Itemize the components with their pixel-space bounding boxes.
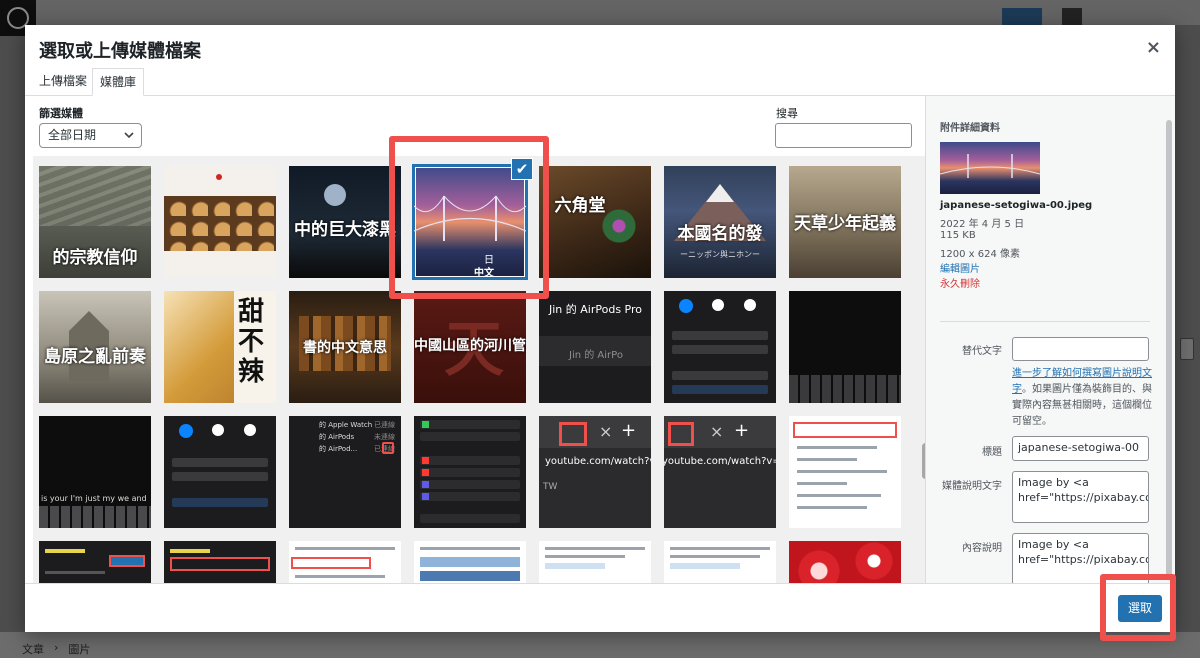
publish-button-bg — [1002, 8, 1042, 25]
modal-title: 選取或上傳媒體檔案 — [39, 41, 201, 62]
highlight-select-button — [1100, 574, 1176, 641]
thumb-11-title: 中國山區的河川管理 — [414, 338, 526, 354]
edit-image-link[interactable]: 編輯圖片 — [940, 260, 980, 275]
media-thumb-28[interactable] — [789, 541, 901, 583]
media-thumb-13[interactable] — [664, 291, 776, 403]
date-filter-value: 全部日期 — [48, 128, 97, 142]
thumb-10-title: 書的中文意思 — [303, 340, 387, 356]
media-thumb-12[interactable]: Jin 的 AirPods Pro Jin 的 AirPo — [539, 291, 651, 403]
chevron-down-icon — [124, 124, 134, 156]
media-thumb-10[interactable]: 書的中文意思 — [289, 291, 401, 403]
tab-media-library[interactable]: 媒體庫 — [92, 68, 145, 96]
modal-tabs: 上傳檔案 媒體庫 — [25, 68, 1175, 96]
details-scrollbar[interactable] — [1166, 120, 1172, 580]
thumb-3-title: 中的巨大漆黑 — [294, 220, 396, 240]
media-thumb-20[interactable]: × + youtube.com/watch?v= — [664, 416, 776, 528]
details-dimensions: 1200 x 624 像素 — [940, 249, 1020, 260]
thumb-6-title: 本國名的發 — [677, 224, 763, 244]
media-thumb-11[interactable]: 天 中國山區的河川管理 — [414, 291, 526, 403]
media-thumb-5[interactable]: 六角堂 — [539, 166, 651, 278]
thumb-1-title: 的宗教信仰 — [52, 248, 138, 268]
date-filter-select[interactable]: 全部日期 — [39, 123, 142, 148]
details-filesize: 115 KB — [940, 230, 976, 241]
attachment-details: 附件詳細資料 japanese-setogiwa-00.jpeg 2022 年 … — [925, 96, 1175, 583]
settings-button-bg — [1062, 8, 1082, 25]
media-thumb-6[interactable]: 本國名的發 ーニッポン與ニホンー — [664, 166, 776, 278]
details-heading: 附件詳細資料 — [940, 123, 1000, 134]
media-thumb-2[interactable] — [164, 166, 276, 278]
title-input[interactable]: japanese-setogiwa-00 — [1012, 436, 1149, 461]
media-thumb-21[interactable] — [789, 416, 901, 528]
alt-text-label: 替代文字 — [962, 346, 1002, 357]
editor-side-control — [1180, 338, 1194, 360]
media-thumb-16[interactable] — [164, 416, 276, 528]
tab-upload[interactable]: 上傳檔案 — [32, 68, 94, 96]
editor-footer-bar — [0, 632, 1200, 658]
media-thumb-18[interactable] — [414, 416, 526, 528]
description-label: 內容說明 — [962, 543, 1002, 554]
title-label: 標題 — [982, 447, 1002, 458]
thumb-6-sub: ーニッポン與ニホンー — [680, 250, 760, 259]
thumb-5-title: 六角堂 — [554, 196, 606, 216]
media-thumb-7[interactable]: 天草少年起義 — [789, 166, 901, 278]
filter-label: 篩選媒體 — [39, 107, 83, 120]
delete-permanently-link[interactable]: 永久刪除 — [940, 275, 980, 290]
search-label: 搜尋 — [776, 107, 798, 120]
details-divider — [940, 321, 1150, 322]
media-thumb-17[interactable]: 的 Apple Watch 已連線 的 AirPods 未連線 的 AirPod… — [289, 416, 401, 528]
details-filename: japanese-setogiwa-00.jpeg — [940, 200, 1093, 211]
media-thumb-27[interactable] — [664, 541, 776, 583]
media-modal: 選取或上傳媒體檔案 × 上傳檔案 媒體庫 篩選媒體 全部日期 搜尋 的宗教信仰 … — [25, 25, 1176, 641]
details-preview-image — [940, 142, 1040, 194]
media-thumb-15[interactable]: is your I'm just my we and — [39, 416, 151, 528]
thumb-9-title: 甜不辣 — [238, 297, 265, 387]
thumb-7-title: 天草少年起義 — [794, 214, 896, 234]
media-thumb-14[interactable] — [789, 291, 901, 403]
media-thumb-23[interactable] — [164, 541, 276, 583]
media-thumb-9[interactable]: 甜不辣 — [164, 291, 276, 403]
modal-footer — [25, 583, 1175, 632]
keyboard-words: is your I'm just my we and — [41, 494, 147, 503]
media-thumb-3[interactable]: 中的巨大漆黑 — [289, 166, 401, 278]
media-thumb-1[interactable]: 的宗教信仰 — [39, 166, 151, 278]
caption-textarea[interactable]: Image by <a href="https://pixabay.com/zh… — [1012, 471, 1149, 523]
thumb-12-title: Jin 的 AirPods Pro — [549, 303, 643, 316]
caption-label: 媒體說明文字 — [942, 481, 1002, 492]
media-thumb-25[interactable] — [414, 541, 526, 583]
alt-text-help: 進一步了解如何撰寫圖片說明文字。如果圖片僅為裝飾目的、與實際內容無甚相關時，這個… — [1012, 368, 1152, 427]
media-thumb-24[interactable] — [289, 541, 401, 583]
close-button[interactable]: × — [1146, 37, 1161, 58]
media-thumb-8[interactable]: 島原之亂前奏 — [39, 291, 151, 403]
media-thumb-19[interactable]: × + youtube.com/watch?v= TW — [539, 416, 651, 528]
thumb-8-title: 島原之亂前奏 — [44, 347, 146, 367]
editor-breadcrumb: 文章 › 圖片 — [22, 641, 91, 656]
media-thumb-22[interactable] — [39, 541, 151, 583]
search-input[interactable] — [775, 123, 912, 148]
details-date: 2022 年 4 月 5 日 — [940, 219, 1025, 230]
alt-text-input[interactable] — [1012, 337, 1149, 361]
highlight-selected-thumb — [389, 136, 549, 299]
media-thumb-26[interactable] — [539, 541, 651, 583]
